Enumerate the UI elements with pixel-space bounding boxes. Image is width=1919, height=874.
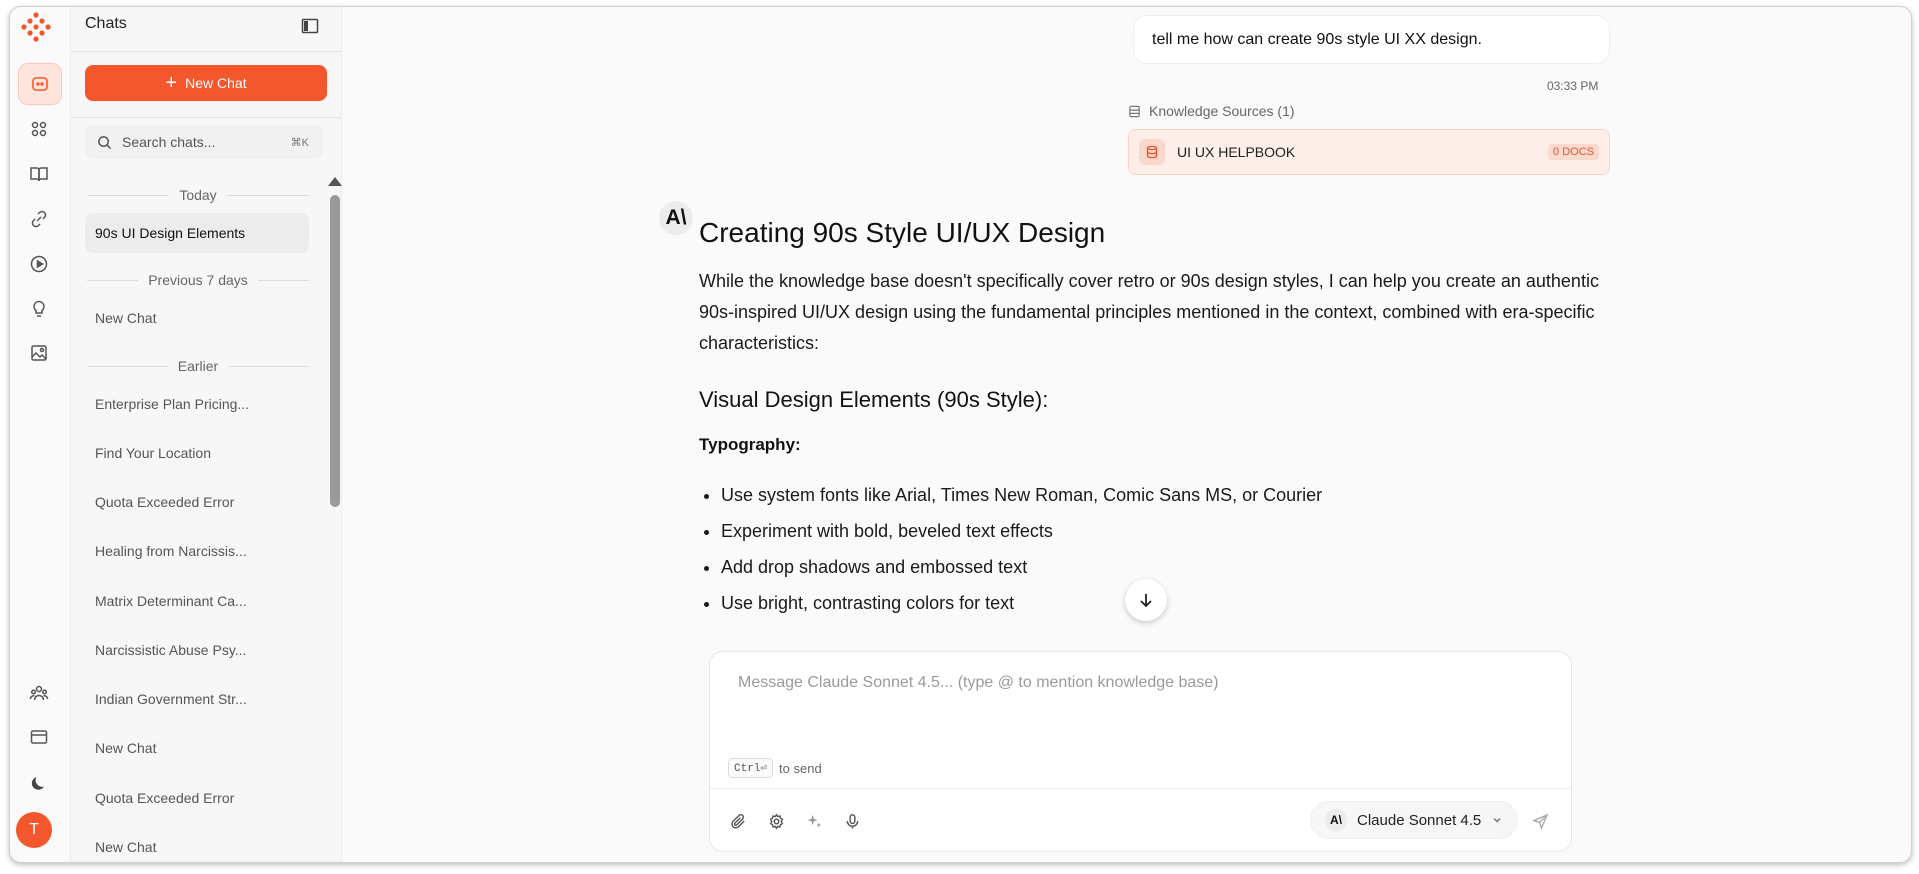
scroll-to-bottom-button[interactable] (1125, 579, 1167, 621)
answer-section-heading: Visual Design Elements (90s Style): (699, 387, 1049, 412)
send-hint-text: to send (779, 760, 822, 776)
sidebar-title: Chats (85, 15, 127, 32)
composer-toolbar: A\ Claude Sonnet 4.5 (710, 788, 1571, 854)
database-icon (1139, 139, 1165, 165)
knowledge-sources-header: Knowledge Sources (1) (1128, 103, 1295, 119)
message-input[interactable] (736, 672, 1540, 736)
rail-team-button[interactable] (18, 673, 60, 713)
microphone-icon (846, 813, 858, 829)
search-shortcut: ⌘K (290, 136, 309, 149)
send-button[interactable] (1528, 809, 1552, 833)
answer-intro: While the knowledge base doesn't specifi… (699, 271, 1599, 353)
group-header-today: Today (87, 187, 310, 203)
rail-library-button[interactable] (18, 154, 60, 194)
chat-item[interactable]: Healing from Narcissis... (85, 531, 309, 571)
assistant-avatar: A\ (659, 201, 693, 235)
chevron-down-icon (1493, 817, 1501, 823)
chat-search[interactable]: ⌘K (85, 125, 323, 159)
list-item: Experiment with bold, beveled text effec… (721, 513, 1609, 549)
model-logo-icon: A\ (1325, 809, 1347, 831)
sidebar-collapse-icon[interactable] (301, 17, 319, 35)
rail-theme-button[interactable] (18, 763, 60, 803)
users-icon (29, 685, 49, 701)
app-logo[interactable] (20, 11, 52, 43)
plus-icon: + (165, 72, 178, 94)
group-header-earlier: Earlier (87, 358, 309, 374)
moon-icon (31, 777, 44, 790)
chat-item[interactable]: 90s UI Design Elements (85, 213, 309, 253)
app-window: T Chats + New Chat ⌘K Today 90s UI Desig… (9, 6, 1912, 863)
send-hint: Ctrl⏎ to send (728, 758, 822, 778)
sidebar-divider (71, 117, 341, 118)
attach-button[interactable] (726, 809, 750, 833)
model-selector[interactable]: A\ Claude Sonnet 4.5 (1310, 801, 1518, 839)
send-icon (1531, 813, 1548, 830)
sidebar-scroll-thumb[interactable] (330, 195, 340, 507)
message-composer: Ctrl⏎ to send A\ Claude Sonnet 4. (709, 651, 1572, 852)
settings-button[interactable] (764, 809, 788, 833)
paperclip-icon (730, 813, 745, 829)
chat-item[interactable]: Find Your Location (85, 433, 309, 473)
image-icon (31, 345, 47, 361)
link-icon (31, 210, 47, 228)
scroll-up-arrow-icon[interactable] (328, 177, 342, 186)
play-icon (30, 255, 48, 273)
chat-item[interactable]: Narcissistic Abuse Psy... (85, 630, 309, 670)
chat-item[interactable]: Matrix Determinant Ca... (85, 581, 309, 621)
rail-apps-button[interactable] (18, 109, 60, 149)
bot-icon (32, 77, 48, 91)
ctrl-enter-key: Ctrl⏎ (728, 758, 774, 778)
model-name: Claude Sonnet 4.5 (1357, 811, 1482, 829)
gear-icon (769, 812, 783, 830)
arrow-down-icon (1140, 594, 1152, 608)
answer-subsection-heading: Typography: (699, 435, 801, 454)
chat-item[interactable]: Indian Government Str... (85, 679, 309, 719)
lightbulb-icon (33, 300, 45, 317)
rail-billing-button[interactable] (18, 717, 60, 757)
chat-main: tell me how can create 90s style UI XX d… (342, 7, 1911, 862)
grid-icon (31, 121, 47, 137)
card-icon (30, 730, 48, 744)
icon-rail: T (10, 7, 71, 862)
list-item: Use system fonts like Arial, Times New R… (721, 477, 1609, 513)
search-icon (98, 135, 112, 149)
sparkle-icon (806, 814, 821, 828)
rail-media-button[interactable] (18, 244, 60, 284)
chat-item[interactable]: New Chat (85, 827, 309, 862)
rail-links-button[interactable] (18, 199, 60, 239)
chat-item[interactable]: Enterprise Plan Pricing... (85, 384, 309, 424)
chat-item[interactable]: Quota Exceeded Error (85, 778, 309, 818)
database-icon (1129, 105, 1140, 117)
message-timestamp: 03:33 PM (1547, 79, 1599, 93)
answer-title: Creating 90s Style UI/UX Design (699, 217, 1106, 248)
chat-item[interactable]: New Chat (85, 298, 309, 338)
enhance-button[interactable] (802, 809, 826, 833)
rail-chats-button[interactable] (18, 63, 62, 105)
assistant-answer: Creating 90s Style UI/UX Design While th… (699, 217, 1609, 621)
knowledge-source-name: UI UX HELPBOOK (1177, 144, 1296, 160)
book-icon (30, 167, 48, 182)
chat-item[interactable]: New Chat (85, 728, 309, 768)
search-input[interactable] (120, 133, 274, 151)
avatar[interactable]: T (16, 812, 52, 848)
rail-ideas-button[interactable] (18, 289, 60, 329)
chat-item[interactable]: Quota Exceeded Error (85, 482, 309, 522)
docs-count-badge: 0 DOCS (1548, 144, 1599, 160)
group-header-previous-7-days: Previous 7 days (87, 272, 310, 288)
rail-images-button[interactable] (18, 333, 60, 373)
new-chat-label: New Chat (185, 75, 247, 91)
new-chat-button[interactable]: + New Chat (85, 65, 327, 101)
chat-sidebar: Chats + New Chat ⌘K Today 90s UI Design … (71, 7, 342, 862)
knowledge-source-card[interactable]: UI UX HELPBOOK 0 DOCS (1128, 129, 1610, 175)
chat-list: Today 90s UI Design Elements Previous 7 … (71, 177, 323, 862)
list-item: Add drop shadows and embossed text (721, 549, 1609, 585)
user-message: tell me how can create 90s style UI XX d… (1133, 15, 1610, 64)
voice-button[interactable] (840, 809, 864, 833)
sidebar-divider (71, 51, 341, 52)
